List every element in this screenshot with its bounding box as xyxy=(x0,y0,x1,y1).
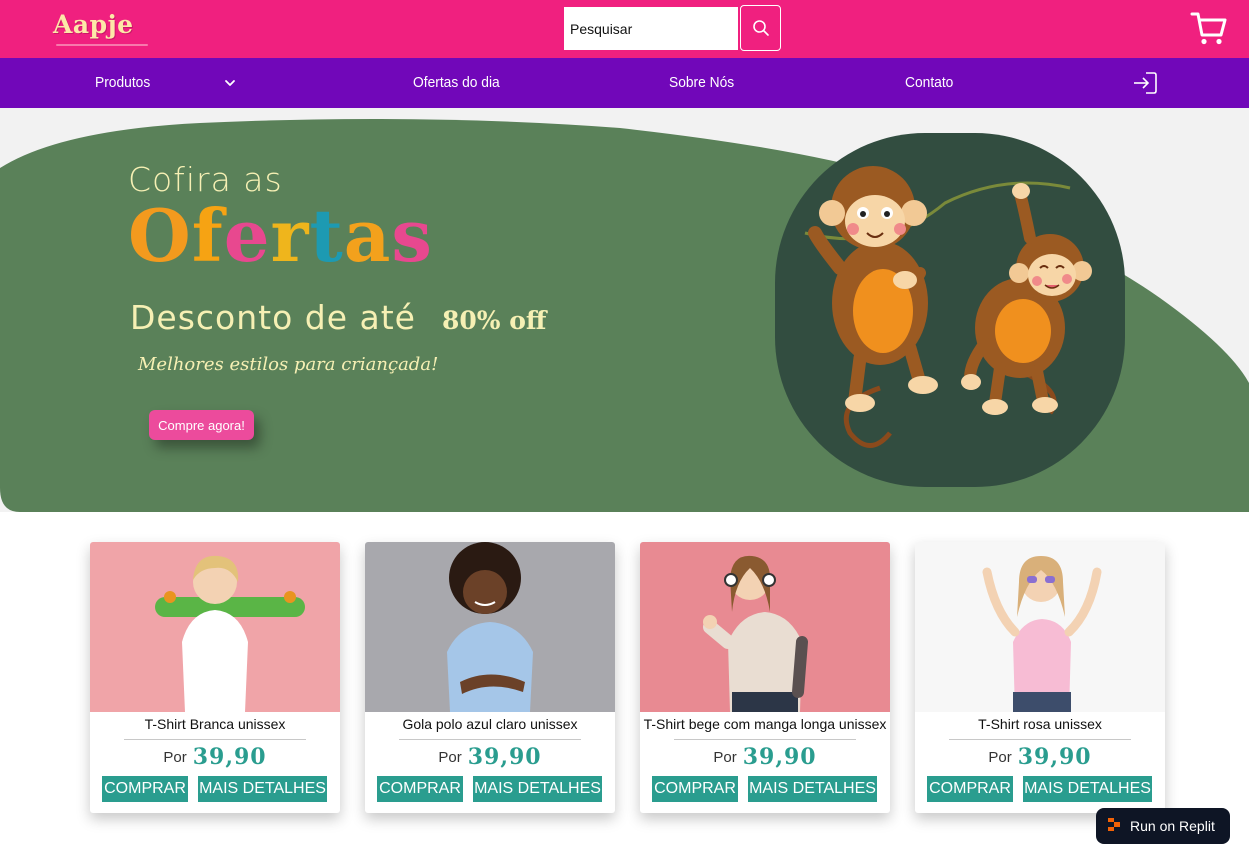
login-icon[interactable] xyxy=(1132,71,1158,95)
price-label: Por xyxy=(988,748,1012,766)
product-image[interactable] xyxy=(915,542,1165,712)
divider xyxy=(124,739,306,740)
product-card: T-Shirt rosa unissex Por 39,90 COMPRAR MA… xyxy=(915,542,1165,813)
product-card: T-Shirt bege com manga longa unissex Por… xyxy=(640,542,890,813)
price-value: 39,90 xyxy=(192,744,267,770)
price-row: Por 39,90 xyxy=(640,744,890,770)
logo-underline xyxy=(56,44,148,46)
headline-letter: e xyxy=(223,193,271,278)
nav-item-contato[interactable]: Contato xyxy=(905,58,953,108)
price-row: Por 39,90 xyxy=(915,744,1165,770)
price-row: Por 39,90 xyxy=(365,744,615,770)
price-value: 39,90 xyxy=(742,744,817,770)
replit-icon xyxy=(1108,818,1120,831)
divider xyxy=(674,739,856,740)
buy-button[interactable]: COMPRAR xyxy=(652,776,738,802)
buy-button[interactable]: COMPRAR xyxy=(102,776,188,802)
product-card: T-Shirt Branca unissex Por 39,90 COMPRAR … xyxy=(90,542,340,813)
price-value: 39,90 xyxy=(467,744,542,770)
details-button[interactable]: MAIS DETALHES xyxy=(748,776,877,802)
headline-letter: s xyxy=(391,193,433,278)
product-name: T-Shirt Branca unissex xyxy=(144,716,286,732)
hero-headline: Ofertas xyxy=(128,200,433,272)
hero-tagline: Melhores estilos para criançada! xyxy=(138,354,439,375)
headline-letter: t xyxy=(309,193,344,278)
product-image[interactable] xyxy=(365,542,615,712)
price-label: Por xyxy=(163,748,187,766)
price-row: Por 39,90 xyxy=(90,744,340,770)
nav-item-produtos[interactable]: Produtos xyxy=(95,58,150,108)
cart-icon[interactable] xyxy=(1190,9,1228,47)
price-value: 39,90 xyxy=(1017,744,1092,770)
chevron-down-icon[interactable] xyxy=(223,76,237,90)
nav-item-ofertas[interactable]: Ofertas do dia xyxy=(413,58,500,108)
details-button[interactable]: MAIS DETALHES xyxy=(473,776,602,802)
search-input[interactable] xyxy=(564,7,738,50)
hero-discount-value: 80% off xyxy=(442,306,547,335)
product-image[interactable] xyxy=(90,542,340,712)
shop-now-button[interactable]: Compre agora! xyxy=(149,410,254,440)
details-button[interactable]: MAIS DETALHES xyxy=(198,776,327,802)
main-nav: Produtos Ofertas do dia Sobre Nós Contat… xyxy=(0,58,1249,108)
product-name: T-Shirt bege com manga longa unissex xyxy=(643,716,887,732)
headline-letter: f xyxy=(191,193,224,278)
top-header: Aapje xyxy=(0,0,1249,58)
logo[interactable]: Aapje xyxy=(53,10,134,39)
headline-letter: O xyxy=(128,193,192,278)
headline-letter: r xyxy=(270,193,310,278)
headline-letter: a xyxy=(343,193,392,278)
search-icon xyxy=(752,20,769,36)
divider xyxy=(949,739,1131,740)
nav-item-sobre[interactable]: Sobre Nós xyxy=(669,58,734,108)
hero-discount-text: Desconto de até xyxy=(130,298,416,337)
product-name: T-Shirt rosa unissex xyxy=(978,716,1102,732)
replit-badge-label: Run on Replit xyxy=(1130,818,1215,834)
divider xyxy=(399,739,581,740)
buy-button[interactable]: COMPRAR xyxy=(377,776,463,802)
product-name: Gola polo azul claro unissex xyxy=(402,716,578,732)
details-button[interactable]: MAIS DETALHES xyxy=(1023,776,1152,802)
buy-button[interactable]: COMPRAR xyxy=(927,776,1013,802)
hero-banner: Cofira as Ofertas Desconto de até 80% of… xyxy=(0,108,1249,512)
product-card: Gola polo azul claro unissex Por 39,90 CO… xyxy=(365,542,615,813)
price-label: Por xyxy=(713,748,737,766)
monkeys-illustration xyxy=(775,133,1125,487)
price-label: Por xyxy=(438,748,462,766)
product-image[interactable] xyxy=(640,542,890,712)
search-button[interactable] xyxy=(740,5,781,51)
